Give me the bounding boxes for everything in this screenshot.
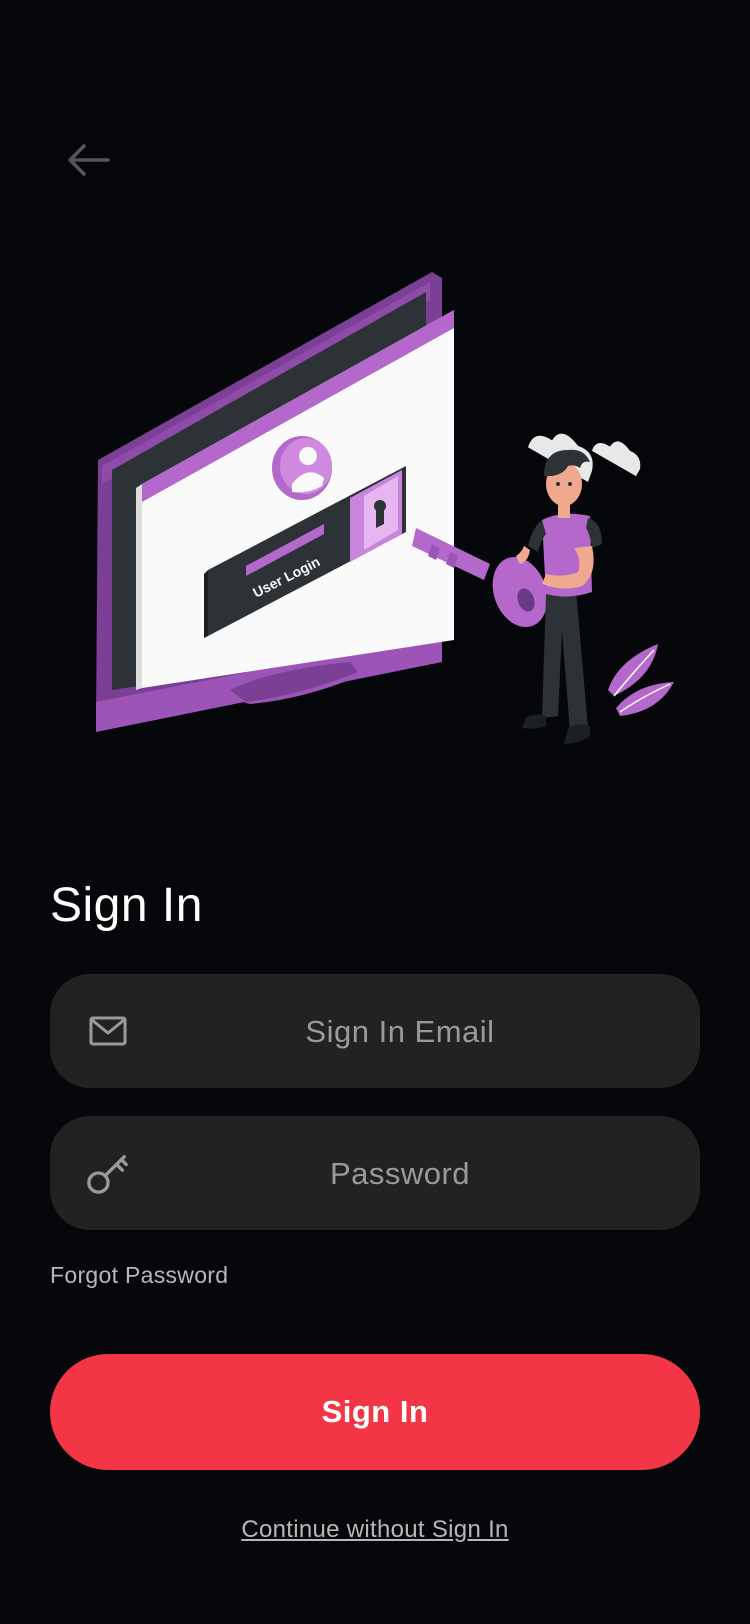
password-field[interactable]	[50, 1116, 700, 1232]
continue-without-sign-in-link[interactable]: Continue without Sign In	[0, 1516, 750, 1544]
arrow-left-icon	[66, 143, 110, 182]
email-field[interactable]	[50, 974, 700, 1090]
sign-in-button[interactable]: Sign In	[50, 1354, 700, 1470]
page-title: Sign In	[50, 879, 203, 932]
plant-icon	[608, 644, 674, 716]
forgot-password-link[interactable]: Forgot Password	[50, 1262, 228, 1289]
mail-icon	[86, 1009, 130, 1053]
key-icon	[86, 1151, 130, 1195]
login-illustration: User Login	[80, 270, 680, 790]
back-button[interactable]	[60, 140, 116, 184]
user-avatar-icon	[272, 436, 332, 500]
email-input[interactable]	[140, 974, 660, 1090]
password-input[interactable]	[140, 1116, 660, 1232]
